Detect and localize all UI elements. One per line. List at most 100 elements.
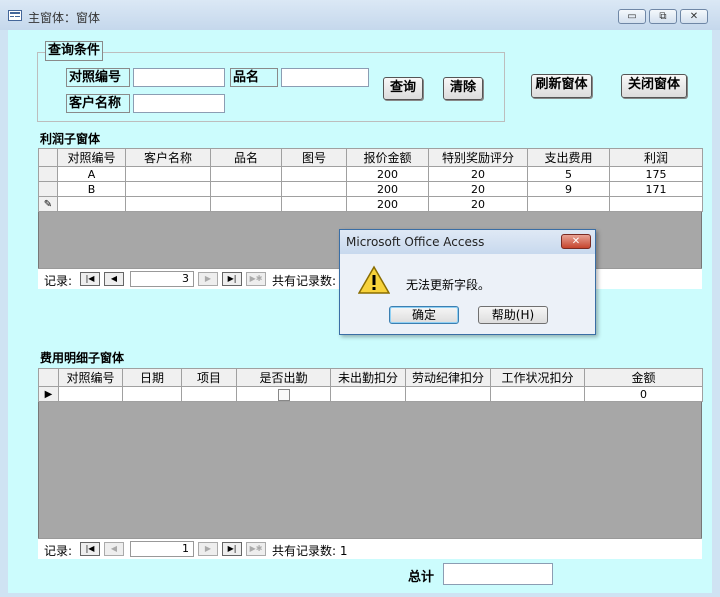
close-form-button[interactable]: 关闭窗体: [621, 74, 687, 98]
form-icon: [8, 10, 22, 21]
customer-name-input[interactable]: [133, 94, 225, 113]
col-header[interactable]: 未出勤扣分: [330, 368, 406, 387]
table-cell[interactable]: B: [57, 181, 126, 197]
table-cell[interactable]: [181, 386, 237, 402]
prev-record-icon[interactable]: ◀: [104, 542, 124, 556]
table-cell[interactable]: [210, 181, 282, 197]
expense-header-row: 对照编号 日期 项目 是否出勤 未出勤扣分 劳动纪律扣分 工作状况扣分 金额: [38, 368, 703, 387]
customer-name-label: 客户名称: [66, 94, 130, 113]
table-cell[interactable]: [210, 196, 282, 212]
dialog-title: Microsoft Office Access: [346, 235, 485, 249]
clear-button[interactable]: 清除: [443, 77, 483, 100]
table-row[interactable]: ▶ 0: [38, 386, 703, 402]
table-cell[interactable]: [58, 386, 123, 402]
table-cell[interactable]: [527, 196, 610, 212]
col-header[interactable]: 特别奖励评分: [428, 148, 528, 167]
minimize-button[interactable]: ▭: [618, 9, 646, 24]
table-cell[interactable]: 175: [609, 166, 703, 182]
col-header[interactable]: 对照编号: [57, 148, 126, 167]
col-header[interactable]: 工作状况扣分: [490, 368, 585, 387]
table-cell[interactable]: [281, 181, 347, 197]
expense-table: 对照编号 日期 项目 是否出勤 未出勤扣分 劳动纪律扣分 工作状况扣分 金额 ▶…: [38, 368, 703, 402]
first-record-icon[interactable]: |◀: [80, 542, 100, 556]
current-row-arrow-icon[interactable]: ▶: [38, 386, 59, 402]
col-header[interactable]: 日期: [122, 368, 182, 387]
total-label: 总计: [408, 570, 435, 585]
dialog-close-button[interactable]: ✕: [561, 234, 591, 249]
row-selector-header: [38, 368, 59, 387]
table-cell[interactable]: [57, 196, 126, 212]
col-header[interactable]: 金额: [584, 368, 703, 387]
col-header[interactable]: 报价金额: [346, 148, 429, 167]
record-label: 记录:: [44, 274, 73, 288]
search-button[interactable]: 查询: [383, 77, 423, 100]
col-header[interactable]: 客户名称: [125, 148, 211, 167]
table-cell[interactable]: 9: [527, 181, 610, 197]
table-cell[interactable]: [405, 386, 491, 402]
attendance-checkbox[interactable]: [277, 388, 290, 401]
current-record-field[interactable]: 3: [130, 271, 194, 287]
table-cell[interactable]: [609, 196, 703, 212]
last-record-icon[interactable]: ▶|: [222, 272, 242, 286]
row-selector[interactable]: [38, 181, 58, 197]
total-records-label: 共有记录数:: [272, 274, 337, 288]
table-row[interactable]: ✎ 200 20: [38, 196, 703, 212]
col-header[interactable]: 图号: [281, 148, 347, 167]
table-cell[interactable]: [490, 386, 585, 402]
table-cell[interactable]: A: [57, 166, 126, 182]
table-cell[interactable]: [330, 386, 406, 402]
title-bar: 主窗体：窗体 ▭ ⧉ ✕: [0, 0, 720, 30]
product-name-input[interactable]: [281, 68, 369, 87]
row-selector[interactable]: [38, 166, 58, 182]
prev-record-icon[interactable]: ◀: [104, 272, 124, 286]
next-record-icon[interactable]: ▶: [198, 272, 218, 286]
table-cell[interactable]: 200: [346, 166, 429, 182]
table-cell[interactable]: [210, 166, 282, 182]
col-header[interactable]: 支出费用: [527, 148, 610, 167]
error-dialog: Microsoft Office Access ✕ 无法更新字段。 确定 帮助(…: [339, 229, 596, 335]
total-field[interactable]: [443, 563, 553, 585]
current-record-field[interactable]: 1: [130, 541, 194, 557]
table-cell[interactable]: [125, 196, 211, 212]
first-record-icon[interactable]: |◀: [80, 272, 100, 286]
table-cell[interactable]: 20: [428, 166, 528, 182]
new-record-icon[interactable]: ▶✱: [246, 272, 266, 286]
last-record-icon[interactable]: ▶|: [222, 542, 242, 556]
ref-number-input[interactable]: [133, 68, 225, 87]
col-header[interactable]: 是否出勤: [236, 368, 331, 387]
table-cell[interactable]: 171: [609, 181, 703, 197]
col-header[interactable]: 利润: [609, 148, 703, 167]
edit-pencil-icon[interactable]: ✎: [38, 196, 58, 212]
table-row[interactable]: A 200 20 5 175: [38, 166, 703, 182]
table-cell[interactable]: 20: [428, 196, 528, 212]
dialog-title-bar: Microsoft Office Access ✕: [340, 230, 595, 254]
table-cell[interactable]: [125, 166, 211, 182]
table-row[interactable]: B 200 20 9 171: [38, 181, 703, 197]
next-record-icon[interactable]: ▶: [198, 542, 218, 556]
table-cell[interactable]: [125, 181, 211, 197]
close-button[interactable]: ✕: [680, 9, 708, 24]
col-header[interactable]: 对照编号: [58, 368, 123, 387]
table-cell[interactable]: 200: [346, 196, 429, 212]
table-cell[interactable]: 20: [428, 181, 528, 197]
attendance-checkbox-cell[interactable]: [236, 386, 331, 402]
refresh-form-button[interactable]: 刷新窗体: [531, 74, 592, 98]
table-cell[interactable]: [281, 166, 347, 182]
new-record-icon[interactable]: ▶✱: [246, 542, 266, 556]
expense-record-navigator: 记录: |◀ ◀ 1 ▶ ▶| ▶✱ 共有记录数: 1: [38, 538, 702, 559]
col-header[interactable]: 劳动纪律扣分: [405, 368, 491, 387]
record-label: 记录:: [44, 544, 73, 558]
table-cell[interactable]: 0: [584, 386, 703, 402]
ok-button[interactable]: 确定: [389, 306, 459, 324]
table-cell[interactable]: [281, 196, 347, 212]
table-cell[interactable]: 5: [527, 166, 610, 182]
table-cell[interactable]: [122, 386, 182, 402]
ref-number-label: 对照编号: [66, 68, 130, 87]
col-header[interactable]: 品名: [210, 148, 282, 167]
window-title: 主窗体：窗体: [28, 11, 101, 25]
restore-button[interactable]: ⧉: [649, 9, 677, 24]
col-header[interactable]: 项目: [181, 368, 237, 387]
table-cell[interactable]: 200: [346, 181, 429, 197]
help-button[interactable]: 帮助(H): [478, 306, 548, 324]
product-name-label: 品名: [230, 68, 278, 87]
